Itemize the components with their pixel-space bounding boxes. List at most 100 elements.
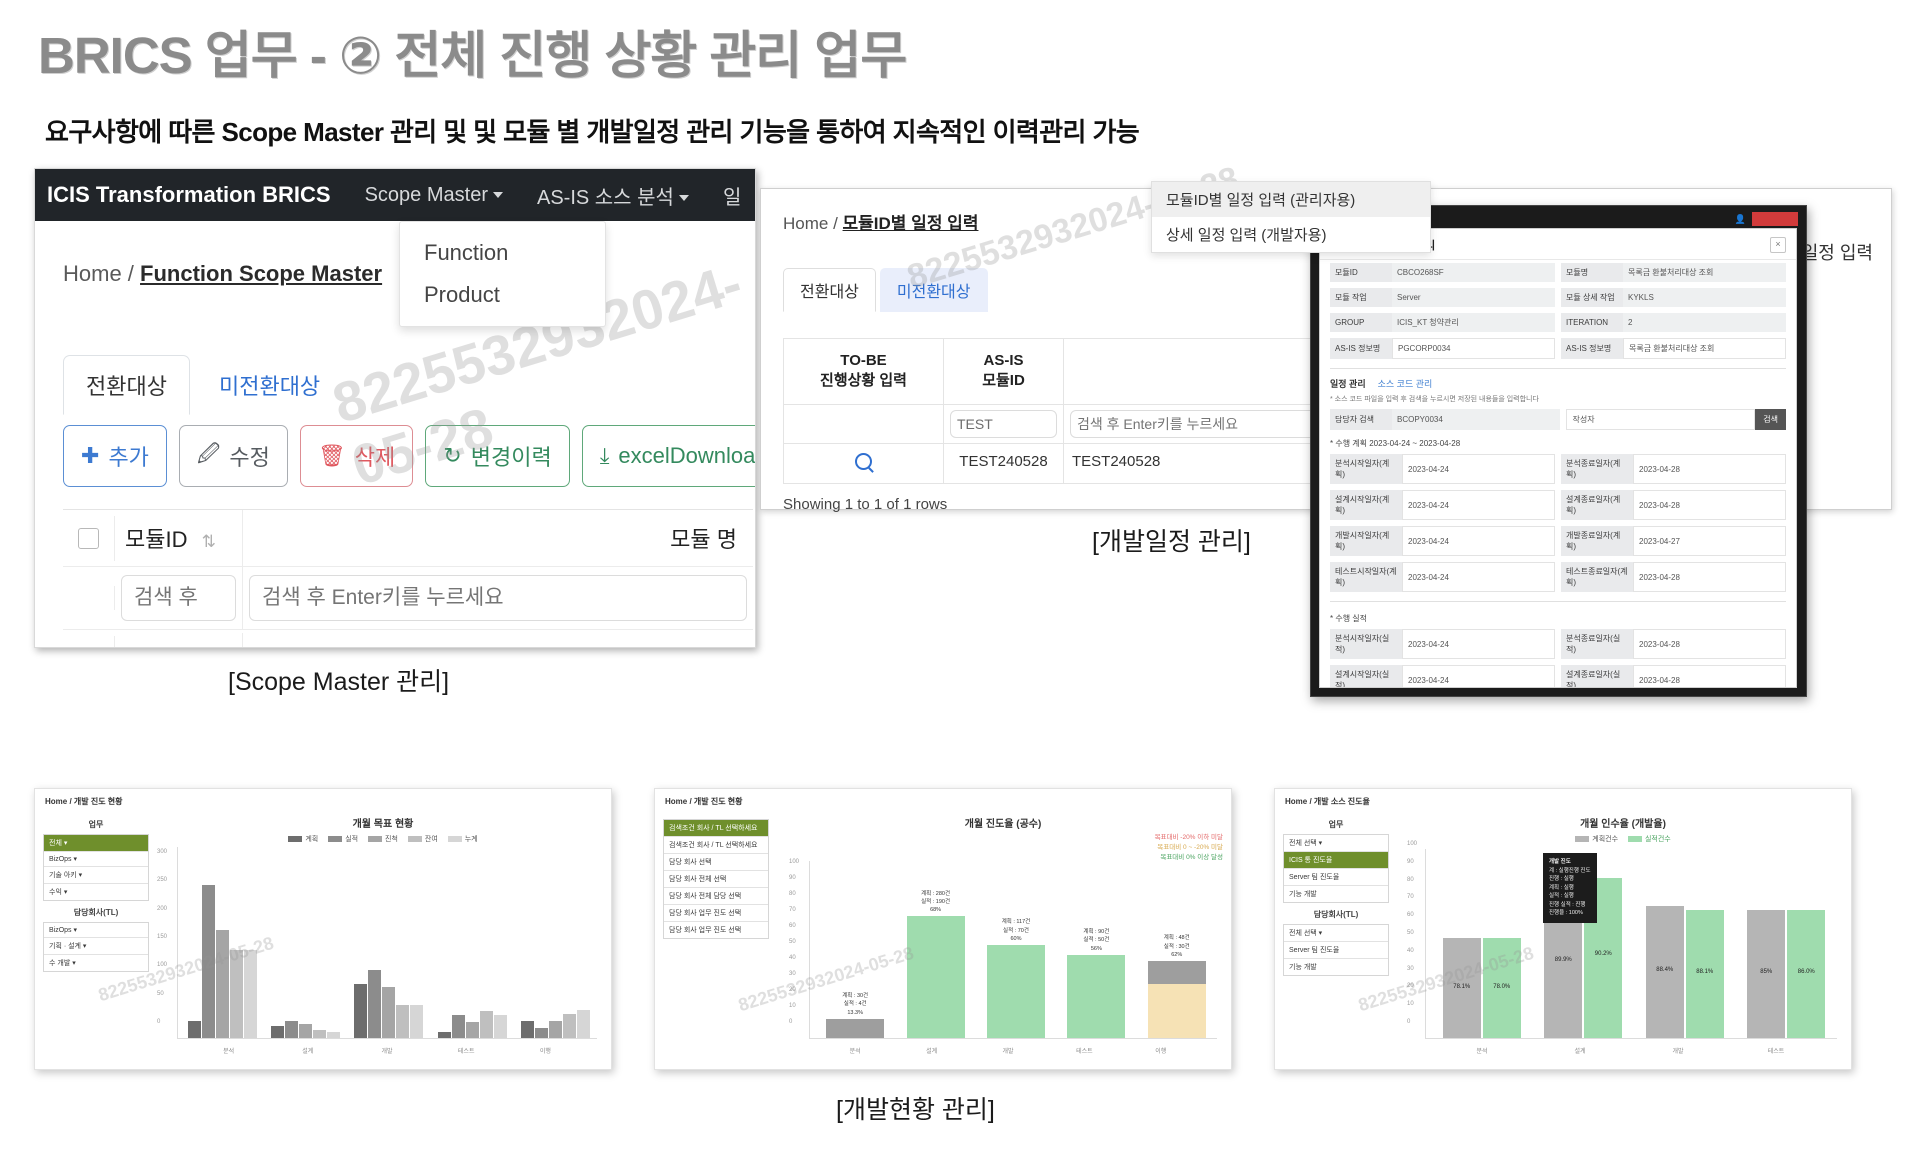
field-test-start-plan[interactable]: 테스트시작일자(계획) 2023-04-24 xyxy=(1330,562,1555,592)
list-item[interactable]: 기능 개발 xyxy=(1284,959,1388,975)
bar[interactable] xyxy=(188,1021,202,1038)
bar[interactable] xyxy=(548,1021,562,1038)
field-analysis-end-actual-value[interactable]: 2023-04-28 xyxy=(1633,629,1786,659)
list-item[interactable]: ICIS 통 진도율 xyxy=(1284,852,1388,869)
dropdown-item-function[interactable]: Function xyxy=(400,232,605,274)
search-icon[interactable] xyxy=(855,452,872,470)
bar[interactable]: 78.1% xyxy=(1442,938,1481,1038)
bar[interactable]: 86.0% xyxy=(1787,909,1826,1038)
bar[interactable]: 88.1% xyxy=(1685,909,1724,1038)
bar[interactable]: 78.0% xyxy=(1482,938,1521,1038)
bar[interactable] xyxy=(906,916,965,1038)
field-analysis-end-actual[interactable]: 분석종료일자(실적) 2023-04-28 xyxy=(1561,629,1786,659)
bar[interactable] xyxy=(479,1010,493,1038)
list-item[interactable]: 기획 · 설계 ▾ xyxy=(44,938,148,955)
row-checkbox-cell[interactable] xyxy=(63,635,115,647)
list-item[interactable]: 수익 ▾ xyxy=(44,884,148,900)
cc1-filter-list-2[interactable]: BizOps ▾ 기획 · 설계 ▾ 수 개발 ▾ xyxy=(43,922,149,972)
section-source-code-label[interactable]: 소스 코드 관리 xyxy=(1378,377,1433,390)
list-item[interactable]: BizOps ▾ xyxy=(44,852,148,867)
search-button[interactable]: 검색 xyxy=(1755,409,1786,430)
filter-module-id-input[interactable] xyxy=(121,575,236,621)
breadcrumb-home[interactable]: Home / xyxy=(63,261,134,286)
section-schedule-label[interactable]: 일정 관리 xyxy=(1330,377,1366,390)
field-module-detail-task[interactable]: 모듈 상세 작업 KYKLS xyxy=(1561,288,1786,307)
field-asis-info-right-value[interactable]: 목록금 환불처리대상 조회 xyxy=(1623,338,1786,359)
list-item[interactable]: 기능 개발 xyxy=(1284,886,1388,902)
field-analysis-start-actual-value[interactable]: 2023-04-24 xyxy=(1402,629,1555,659)
tab-conversion-target[interactable]: 전환대상 xyxy=(63,355,190,415)
field-writer[interactable]: 작성자 검색 xyxy=(1566,409,1786,430)
nav-schedule[interactable]: 일 xyxy=(723,181,741,210)
bar[interactable] xyxy=(230,950,244,1038)
table-row[interactable]: CBOA235SF KT-CARD 기업명조회 xyxy=(63,630,753,647)
field-module-task[interactable]: 모듈 작업 Server xyxy=(1330,288,1555,307)
field-dev-start-plan-value[interactable]: 2023-04-24 xyxy=(1402,526,1555,556)
field-design-start-plan[interactable]: 설계시작일자(계획) 2023-04-24 xyxy=(1330,490,1555,520)
bar[interactable] xyxy=(285,1021,299,1038)
field-asis-info-right[interactable]: AS-IS 정보명 목록금 환불처리대상 조회 xyxy=(1561,338,1786,359)
bar[interactable] xyxy=(520,1021,534,1038)
field-design-start-plan-value[interactable]: 2023-04-24 xyxy=(1402,490,1555,520)
nav-scope-master[interactable]: Scope Master xyxy=(365,184,503,207)
close-icon[interactable]: × xyxy=(1770,237,1786,253)
list-item[interactable]: 담당 회사 선택 xyxy=(664,854,768,871)
list-item[interactable]: BizOps ▾ xyxy=(44,923,148,938)
field-design-end-actual[interactable]: 설계종료일자(실적) 2023-04-28 xyxy=(1561,665,1786,687)
edit-button[interactable]: 🖉 수정 xyxy=(178,425,288,487)
list-item[interactable]: 담당 회사 업무 진도 선택 xyxy=(664,922,768,938)
p2-tab-conversion-target[interactable]: 전환대상 xyxy=(783,268,876,312)
bar[interactable] xyxy=(354,984,368,1038)
excel-download-button[interactable]: ⤓ excelDownload xyxy=(581,425,755,487)
menu-item-detail-schedule[interactable]: 상세 일정 입력 (개발자용) xyxy=(1152,217,1430,252)
cc3-filter-list-1[interactable]: 전체 선택 ▾ ICIS 통 진도율 Server 팀 진도율 기능 개발 xyxy=(1283,834,1389,903)
field-test-start-plan-value[interactable]: 2023-04-24 xyxy=(1402,562,1555,592)
bar[interactable] xyxy=(396,1005,410,1038)
p2-tab-non-conversion-target[interactable]: 미전환대상 xyxy=(879,268,988,312)
bar[interactable] xyxy=(216,930,230,1038)
dropdown-item-product[interactable]: Product xyxy=(400,274,605,316)
column-header-tobe-progress[interactable]: TO-BE 진행상황 입력 xyxy=(784,339,944,404)
cc1-filter-list-1[interactable]: 전체 ▾ BizOps ▾ 기술 아키 ▾ 수익 ▾ xyxy=(43,834,149,901)
filter-module-name-input[interactable] xyxy=(249,575,747,621)
checkbox-icon[interactable] xyxy=(78,527,99,549)
bar[interactable] xyxy=(534,1027,548,1038)
bar[interactable] xyxy=(299,1024,313,1038)
field-design-end-actual-value[interactable]: 2023-04-28 xyxy=(1633,665,1786,687)
field-design-end-plan[interactable]: 설계종료일자(계획) 2023-04-28 xyxy=(1561,490,1786,520)
bar[interactable] xyxy=(465,1022,479,1038)
field-design-end-plan-value[interactable]: 2023-04-28 xyxy=(1633,490,1786,520)
list-item[interactable]: 전체 선택 ▾ xyxy=(1284,835,1388,852)
bar[interactable] xyxy=(1147,961,1206,1038)
menu-item-module-schedule[interactable]: 모듈ID별 일정 입력 (관리자용) xyxy=(1152,182,1430,217)
field-asis-info-left[interactable]: AS-IS 정보명 PGCORP0034 xyxy=(1330,338,1555,359)
column-header-module-name[interactable]: 모듈 명 xyxy=(243,510,753,566)
field-analysis-end-plan-value[interactable]: 2023-04-28 xyxy=(1633,454,1786,484)
tab-non-conversion-target[interactable]: 미전환대상 xyxy=(195,355,344,415)
scope-master-dropdown[interactable]: Function Product xyxy=(399,221,606,327)
select-all-cell[interactable] xyxy=(63,515,115,561)
list-item[interactable]: 수 개발 ▾ xyxy=(44,955,148,971)
list-item[interactable]: 전체 선택 ▾ xyxy=(1284,925,1388,942)
field-test-end-plan-value[interactable]: 2023-04-28 xyxy=(1633,562,1786,592)
field-asis-info-left-value[interactable]: PGCORP0034 xyxy=(1392,338,1555,359)
field-analysis-start-plan-value[interactable]: 2023-04-24 xyxy=(1402,454,1555,484)
column-header-asis-module-id[interactable]: AS-IS 모듈ID xyxy=(944,339,1064,404)
nav-asis-source[interactable]: AS-IS 소스 분석 xyxy=(537,181,689,210)
history-button[interactable]: ↻ 변경이력 xyxy=(425,425,570,487)
logout-button[interactable] xyxy=(1752,212,1798,226)
field-dev-start-plan[interactable]: 개발시작일자(계획) 2023-04-24 xyxy=(1330,526,1555,556)
bar[interactable] xyxy=(1067,954,1126,1038)
bar[interactable] xyxy=(410,1005,424,1038)
bar[interactable]: 85% xyxy=(1747,909,1786,1038)
delete-button[interactable]: 🗑 삭제 xyxy=(299,425,414,487)
list-item[interactable]: 담당 회사 전체 담당 선택 xyxy=(664,888,768,905)
bar[interactable] xyxy=(576,1009,590,1038)
field-analysis-end-plan[interactable]: 분석종료일자(계획) 2023-04-28 xyxy=(1561,454,1786,484)
add-button[interactable]: ✚ 추가 xyxy=(63,425,167,487)
bar[interactable] xyxy=(437,1032,451,1038)
bar[interactable] xyxy=(493,1015,507,1038)
bar[interactable] xyxy=(382,987,396,1038)
cc2-filter-list[interactable]: 검색조건 회사 / TL 선택하세요 검색조건 회사 / TL 선택하세요 담당… xyxy=(663,819,769,939)
list-item[interactable]: 기술 아키 ▾ xyxy=(44,867,148,884)
